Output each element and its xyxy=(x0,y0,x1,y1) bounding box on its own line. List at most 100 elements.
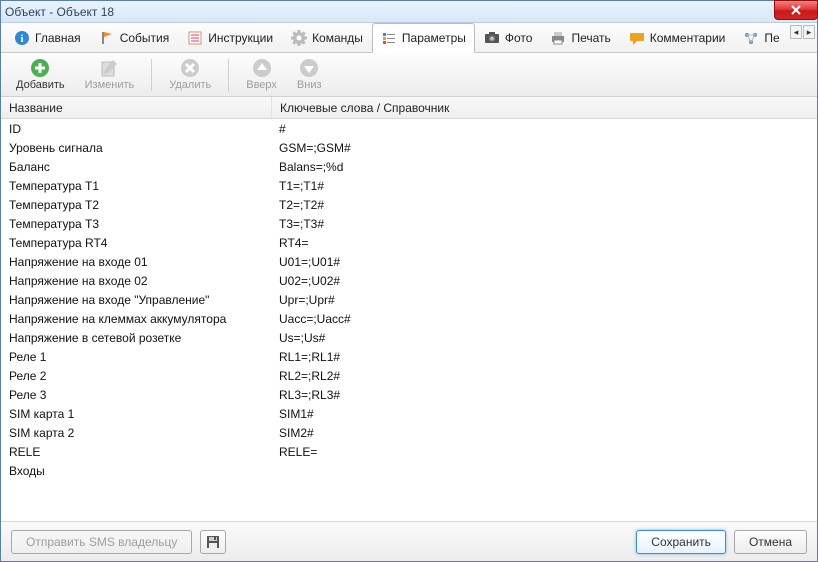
table-row[interactable]: Реле 2RL2=;RL2# xyxy=(1,366,817,385)
printer-icon xyxy=(550,30,566,46)
cell-name: Температура RT4 xyxy=(1,236,271,250)
send-sms-button[interactable]: Отправить SMS владельцу xyxy=(11,530,192,554)
move-up-button[interactable]: Вверх xyxy=(237,55,286,94)
tab-print[interactable]: Печать xyxy=(541,23,619,52)
cell-keywords: SIM2# xyxy=(271,426,817,440)
tab-events[interactable]: События xyxy=(90,23,179,52)
cell-keywords: RL3=;RL3# xyxy=(271,388,817,402)
table-row[interactable]: Температура RT4RT4= xyxy=(1,233,817,252)
info-icon: i xyxy=(14,30,30,46)
close-icon xyxy=(790,5,802,15)
tab-parameters[interactable]: Параметры xyxy=(372,23,475,53)
delete-icon xyxy=(180,58,200,78)
table-row[interactable]: Температура T1T1=;T1# xyxy=(1,176,817,195)
toolbar: Добавить Изменить Удалить Вверх Вниз xyxy=(1,53,817,97)
cell-keywords: RL2=;RL2# xyxy=(271,369,817,383)
close-button[interactable] xyxy=(774,0,818,20)
cell-name: Напряжение на входе 01 xyxy=(1,255,271,269)
tool-label: Изменить xyxy=(85,79,135,91)
tab-label: Фото xyxy=(505,31,533,45)
grid-header-row: Название Ключевые слова / Справочник xyxy=(1,97,817,119)
cell-name: Напряжение в сетевой розетке xyxy=(1,331,271,345)
table-row[interactable]: Напряжение на входе "Управление"Upr=;Upr… xyxy=(1,290,817,309)
arrow-up-icon xyxy=(252,58,272,78)
table-row[interactable]: Напряжение на входе 01U01=;U01# xyxy=(1,252,817,271)
cell-name: Реле 2 xyxy=(1,369,271,383)
tab-overflow[interactable]: Пе xyxy=(734,23,788,52)
edit-button[interactable]: Изменить xyxy=(76,55,144,94)
cell-keywords: RT4= xyxy=(271,236,817,250)
tabstrip: i Главная События Инструкции Команды Пар… xyxy=(1,23,817,53)
floppy-icon xyxy=(206,535,220,549)
save-disk-button[interactable] xyxy=(200,530,226,554)
sliders-icon xyxy=(381,30,397,46)
cell-keywords: RL1=;RL1# xyxy=(271,350,817,364)
cell-keywords: Upr=;Upr# xyxy=(271,293,817,307)
cell-keywords: RELE= xyxy=(271,445,817,459)
camera-icon xyxy=(484,30,500,46)
cell-name: SIM карта 1 xyxy=(1,407,271,421)
svg-text:i: i xyxy=(20,33,23,45)
tab-label: События xyxy=(120,31,170,45)
table-row[interactable]: Температура T3T3=;T3# xyxy=(1,214,817,233)
cell-name: SIM карта 2 xyxy=(1,426,271,440)
move-down-button[interactable]: Вниз xyxy=(288,55,331,94)
tab-label: Пе xyxy=(764,31,779,45)
tab-main[interactable]: i Главная xyxy=(5,23,90,52)
tab-scroll-right[interactable]: ▸ xyxy=(803,25,815,39)
cell-keywords: GSM=;GSM# xyxy=(271,141,817,155)
window-title: Объект - Объект 18 xyxy=(5,5,114,19)
cancel-button[interactable]: Отмена xyxy=(734,530,807,554)
column-header-keywords[interactable]: Ключевые слова / Справочник xyxy=(271,97,817,118)
table-row[interactable]: ID# xyxy=(1,119,817,138)
grid-body[interactable]: ID#Уровень сигналаGSM=;GSM#БалансBalans=… xyxy=(1,119,817,521)
column-header-name[interactable]: Название xyxy=(1,101,271,115)
table-row[interactable]: Напряжение на входе 02U02=;U02# xyxy=(1,271,817,290)
table-row[interactable]: Входы xyxy=(1,461,817,480)
tab-scroll-left[interactable]: ◂ xyxy=(790,25,802,39)
chat-icon xyxy=(629,30,645,46)
save-button[interactable]: Сохранить xyxy=(636,530,726,554)
tool-label: Вниз xyxy=(297,79,322,91)
table-row[interactable]: БалансBalans=;%d xyxy=(1,157,817,176)
tool-label: Удалить xyxy=(169,79,211,91)
table-row[interactable]: Реле 1RL1=;RL1# xyxy=(1,347,817,366)
add-button[interactable]: Добавить xyxy=(7,55,74,94)
tab-label: Главная xyxy=(35,31,81,45)
table-row[interactable]: RELERELE= xyxy=(1,442,817,461)
table-row[interactable]: Уровень сигналаGSM=;GSM# xyxy=(1,138,817,157)
cell-name: Напряжение на входе 02 xyxy=(1,274,271,288)
tab-label: Параметры xyxy=(402,31,466,45)
tab-commands[interactable]: Команды xyxy=(282,23,372,52)
table-row[interactable]: Температура T2T2=;T2# xyxy=(1,195,817,214)
table-row[interactable]: Напряжение на клеммах аккумулятораUacc=;… xyxy=(1,309,817,328)
toolbar-separator xyxy=(151,59,152,91)
cell-name: Входы xyxy=(1,464,271,478)
cell-keywords: U01=;U01# xyxy=(271,255,817,269)
cell-name: Температура T2 xyxy=(1,198,271,212)
table-row[interactable]: Напряжение в сетевой розеткеUs=;Us# xyxy=(1,328,817,347)
titlebar: Объект - Объект 18 xyxy=(1,1,817,23)
table-row[interactable]: Реле 3RL3=;RL3# xyxy=(1,385,817,404)
table-row[interactable]: SIM карта 2SIM2# xyxy=(1,423,817,442)
toolbar-separator xyxy=(228,59,229,91)
tool-label: Добавить xyxy=(16,79,65,91)
tab-comments[interactable]: Комментарии xyxy=(620,23,735,52)
cell-name: Температура T3 xyxy=(1,217,271,231)
cell-keywords: U02=;U02# xyxy=(271,274,817,288)
cell-name: ID xyxy=(1,122,271,136)
tab-label: Инструкции xyxy=(208,31,273,45)
tab-instructions[interactable]: Инструкции xyxy=(178,23,282,52)
cell-keywords: T2=;T2# xyxy=(271,198,817,212)
cell-name: Напряжение на клеммах аккумулятора xyxy=(1,312,271,326)
tab-scroll: ◂ ▸ xyxy=(790,25,815,39)
cell-keywords: SIM1# xyxy=(271,407,817,421)
table-row[interactable]: SIM карта 1SIM1# xyxy=(1,404,817,423)
tab-photo[interactable]: Фото xyxy=(475,23,542,52)
notepad-icon xyxy=(187,30,203,46)
delete-button[interactable]: Удалить xyxy=(160,55,220,94)
cell-keywords: Uacc=;Uacc# xyxy=(271,312,817,326)
network-icon xyxy=(743,30,759,46)
cell-name: Температура T1 xyxy=(1,179,271,193)
flag-icon xyxy=(99,30,115,46)
